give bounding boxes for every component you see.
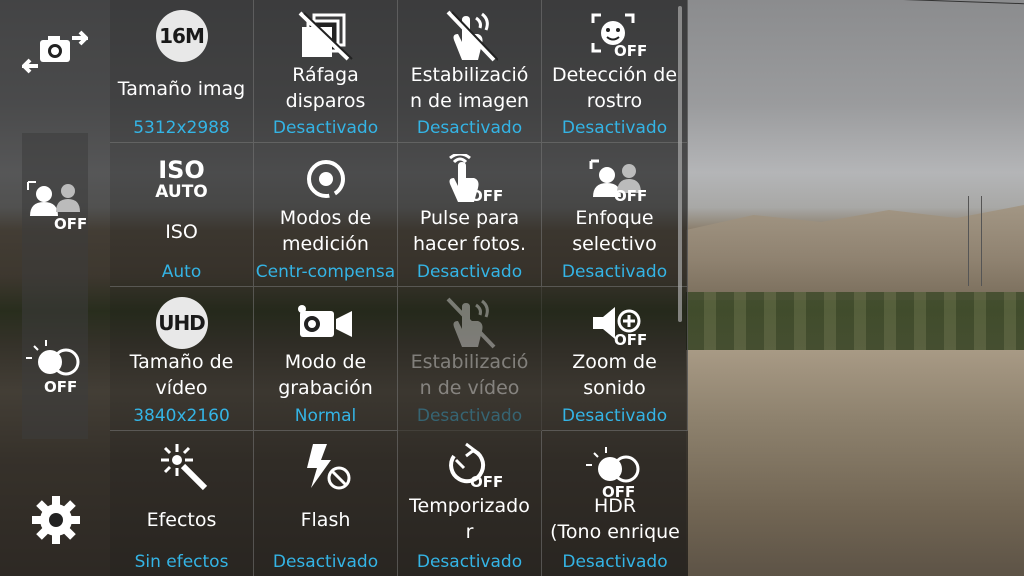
hdr-icon bbox=[586, 447, 640, 483]
selective-focus-icon bbox=[27, 181, 80, 216]
off-label: OFF bbox=[614, 187, 648, 205]
setting-burst-shots[interactable]: Ráfaga disparos Desactivado bbox=[254, 0, 398, 143]
gear-icon bbox=[32, 496, 80, 544]
off-label: OFF bbox=[614, 42, 648, 60]
field bbox=[686, 350, 1024, 576]
setting-value: Auto bbox=[161, 262, 202, 282]
setting-audio-zoom[interactable]: OFF Zoom de sonido Desactivado bbox=[542, 287, 688, 431]
setting-image-size[interactable]: 16M Tamaño imag 5312x2988 bbox=[110, 0, 254, 143]
off-label: OFF bbox=[614, 331, 648, 349]
setting-metering-modes[interactable]: Modos de medición Centr-compensa bbox=[254, 143, 398, 287]
auto-icon-text: AUTO bbox=[155, 181, 208, 202]
setting-value: Desactivado bbox=[416, 406, 523, 426]
iso-auto-icon: ISO AUTO bbox=[110, 153, 253, 205]
off-label: OFF bbox=[470, 473, 504, 491]
effects-icon bbox=[160, 444, 207, 491]
setting-value: Desactivado bbox=[272, 552, 379, 572]
setting-label: Efectos bbox=[146, 509, 217, 531]
off-label: OFF bbox=[44, 378, 78, 396]
camera-switch-icon bbox=[19, 30, 91, 74]
video-stabilize-off-icon bbox=[446, 297, 495, 349]
setting-value: Centr-compensa bbox=[255, 262, 396, 282]
setting-selective-focus[interactable]: OFF Enfoque selectivo Desactivado bbox=[542, 143, 688, 287]
setting-effects[interactable]: Efectos Sin efectos bbox=[110, 431, 254, 576]
power-line bbox=[840, 0, 1024, 5]
orchard-trees bbox=[686, 292, 1024, 352]
setting-face-detection[interactable]: OFF Detección de rostro Desactivado bbox=[542, 0, 688, 143]
setting-value: Sin efectos bbox=[134, 552, 229, 572]
setting-label: Temporizado r bbox=[409, 495, 530, 543]
setting-label: HDR (Tono enrique bbox=[550, 495, 680, 543]
setting-timer[interactable]: OFF Temporizado r Desactivado bbox=[398, 431, 542, 576]
iso-icon-text: ISO bbox=[158, 155, 205, 184]
hdr-shortcut[interactable]: OFF bbox=[24, 338, 86, 398]
setting-tap-to-shoot[interactable]: OFF Pulse para hacer fotos. Desactivado bbox=[398, 143, 542, 287]
setting-value: Desactivado bbox=[561, 118, 668, 138]
badge-16m: 16M bbox=[155, 10, 208, 62]
setting-value: Desactivado bbox=[416, 552, 523, 572]
setting-label: Estabilizació n de vídeo bbox=[410, 351, 529, 399]
off-label: OFF bbox=[470, 187, 504, 205]
menu-scrollbar[interactable] bbox=[678, 6, 682, 322]
setting-label: Enfoque selectivo bbox=[572, 207, 657, 255]
setting-value: Desactivado bbox=[561, 406, 668, 426]
setting-label: Modos de medición bbox=[279, 207, 372, 255]
setting-value: Desactivado bbox=[272, 118, 379, 138]
setting-label: Tamaño imag bbox=[117, 78, 246, 100]
setting-iso[interactable]: ISO AUTO ISO Auto bbox=[110, 143, 254, 287]
camera-switch-button[interactable] bbox=[19, 26, 91, 82]
setting-label: Tamaño de vídeo bbox=[129, 351, 234, 399]
setting-label: Detección de rostro bbox=[551, 64, 678, 112]
metering-icon bbox=[306, 160, 345, 198]
hdr-icon bbox=[26, 340, 80, 376]
setting-value: 5312x2988 bbox=[133, 118, 230, 138]
off-label: OFF bbox=[54, 215, 88, 233]
image-size-icon: 16M bbox=[110, 10, 253, 62]
video-mode-icon bbox=[297, 305, 352, 337]
setting-value: Desactivado bbox=[416, 118, 523, 138]
video-size-icon: UHD bbox=[110, 297, 253, 349]
setting-label: Flash bbox=[300, 509, 351, 531]
setting-label: Modo de grabación bbox=[278, 351, 373, 399]
setting-value: Desactivado bbox=[416, 262, 523, 282]
setting-flash[interactable]: Flash Desactivado bbox=[254, 431, 398, 576]
setting-label: ISO bbox=[165, 221, 198, 243]
setting-video-stabilization: Estabilizació n de vídeo Desactivado bbox=[398, 287, 542, 431]
setting-label: Ráfaga disparos bbox=[285, 64, 366, 112]
camera-settings-menu: 16M Tamaño imag 5312x2988 Ráfaga disparo… bbox=[110, 0, 688, 576]
settings-button[interactable] bbox=[28, 494, 84, 550]
setting-label: Pulse para hacer fotos. bbox=[413, 207, 526, 255]
setting-video-size[interactable]: UHD Tamaño de vídeo 3840x2160 bbox=[110, 287, 254, 431]
setting-value: Desactivado bbox=[562, 552, 668, 572]
setting-value: Desactivado bbox=[561, 262, 668, 282]
electricity-pylon bbox=[968, 196, 982, 286]
setting-label: Zoom de sonido bbox=[572, 351, 657, 399]
setting-value: 3840x2160 bbox=[133, 406, 230, 426]
setting-image-stabilization[interactable]: Estabilizació n de imagen Desactivado bbox=[398, 0, 542, 143]
setting-label: Estabilizació n de imagen bbox=[409, 64, 530, 112]
setting-recording-mode[interactable]: Modo de grabación Normal bbox=[254, 287, 398, 431]
left-shortcut-bar: OFF OFF bbox=[0, 0, 110, 576]
flash-off-icon bbox=[306, 444, 350, 490]
setting-hdr[interactable]: OFF HDR (Tono enrique Desactivado bbox=[542, 431, 688, 576]
stabilize-off-icon bbox=[446, 10, 498, 62]
selective-focus-shortcut[interactable]: OFF bbox=[24, 180, 88, 236]
badge-uhd: UHD bbox=[155, 297, 208, 349]
setting-value: Normal bbox=[294, 406, 357, 426]
burst-off-icon bbox=[298, 11, 353, 61]
